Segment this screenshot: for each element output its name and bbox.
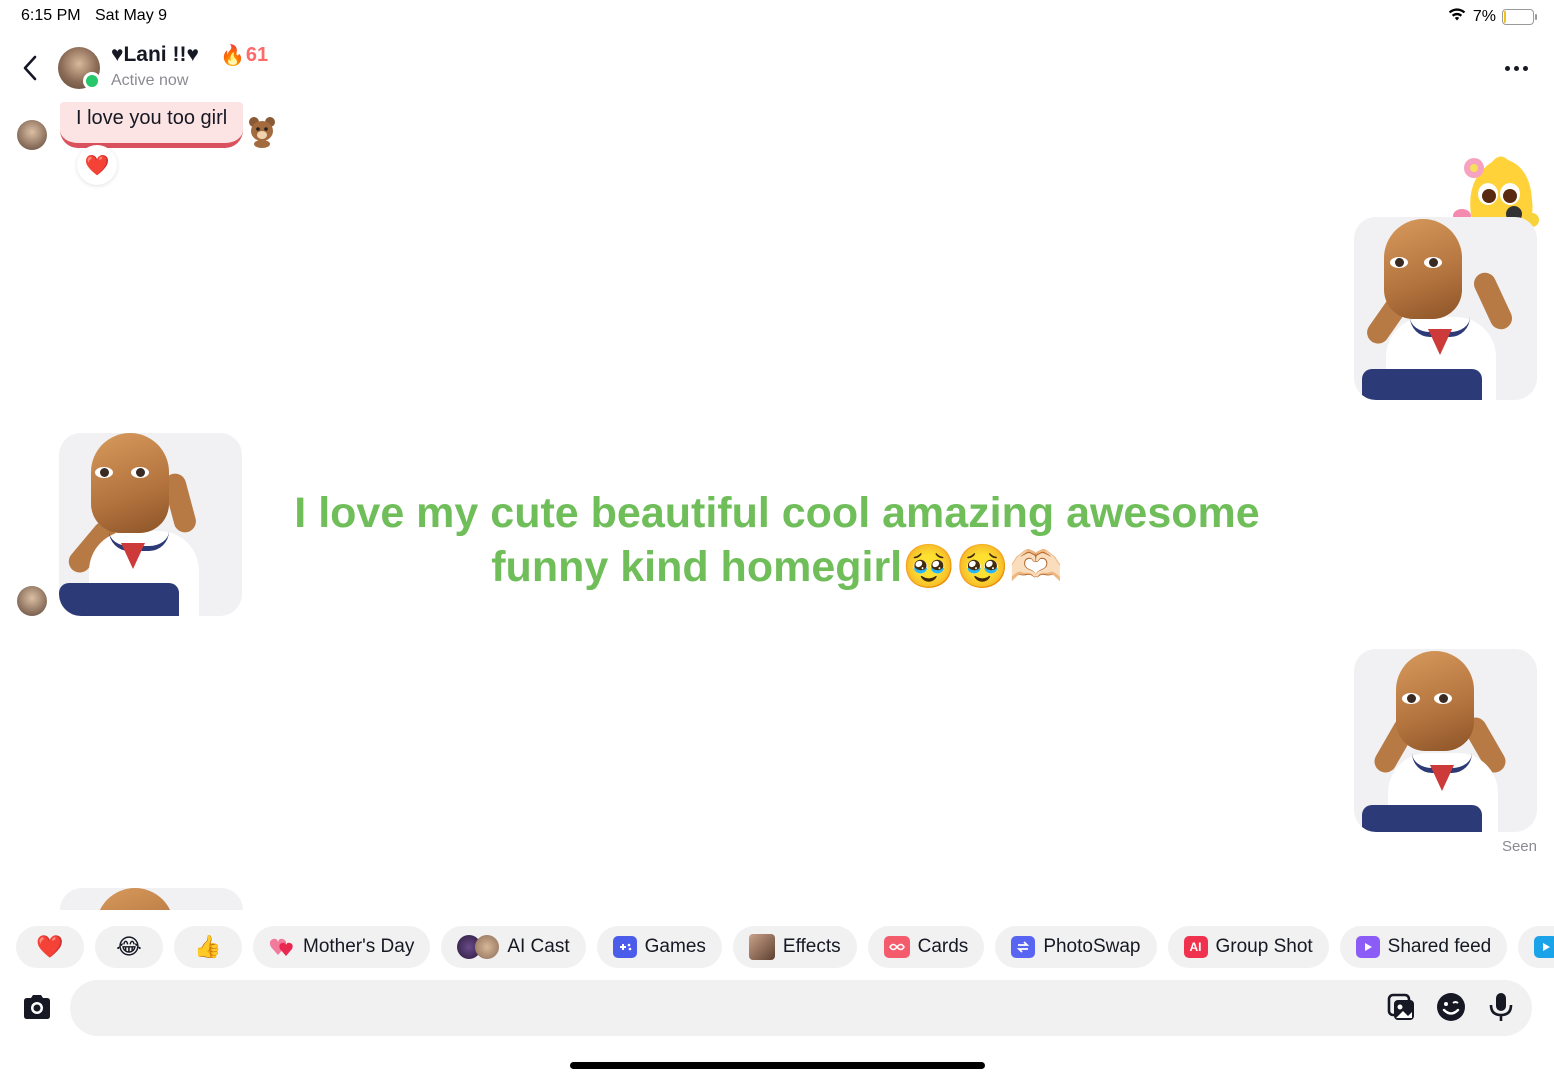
received-sticker-message[interactable]	[60, 888, 243, 910]
wifi-icon	[1447, 6, 1467, 27]
back-button[interactable]	[16, 52, 44, 84]
mothers-day-label: Mother's Day	[303, 936, 415, 957]
photoswap-label: PhotoSwap	[1043, 936, 1141, 957]
active-status: Active now	[111, 72, 189, 89]
received-message-bubble[interactable]: I love you too girl	[60, 102, 244, 148]
cards-button[interactable]: Cards	[867, 926, 985, 968]
home-indicator[interactable]	[570, 1062, 985, 1069]
microphone-icon	[1489, 993, 1513, 1021]
quick-actions-bar: ❤️ 😂 👍 Mother's Day AI Cast Games Effect…	[16, 926, 1554, 968]
effects-button[interactable]: Effects	[732, 926, 857, 968]
sent-sticker-message[interactable]	[1354, 649, 1537, 832]
streak-badge: 🔥 61	[220, 43, 268, 68]
gallery-button[interactable]	[1384, 990, 1418, 1024]
heart-reaction[interactable]: ❤️	[77, 145, 117, 185]
battery-fill	[1504, 10, 1506, 23]
battery-icon	[1502, 8, 1537, 25]
quick-laugh-button[interactable]: 😂	[95, 926, 163, 968]
status-date: Sat May 9	[95, 7, 168, 24]
emoji-button[interactable]	[1434, 990, 1468, 1024]
battery-percent: 7%	[1472, 7, 1496, 25]
camera-icon	[24, 995, 50, 1019]
shared-feed-icon	[1355, 936, 1380, 958]
emoji-text-message[interactable]: I love my cute beautiful cool amazing aw…	[290, 486, 1264, 594]
mothers-day-button[interactable]: Mother's Day	[253, 926, 431, 968]
streak-count: 61	[245, 44, 269, 66]
effects-label: Effects	[782, 936, 841, 957]
shared-feed-button[interactable]: Shared feed	[1339, 926, 1508, 968]
heart-icon: ❤️	[36, 934, 64, 959]
camera-button[interactable]	[20, 990, 54, 1024]
photoswap-button[interactable]: PhotoSwap	[995, 926, 1157, 968]
received-sticker-message[interactable]	[59, 433, 242, 616]
online-status-dot	[83, 72, 101, 90]
quick-thumbs-up-button[interactable]: 👍	[174, 926, 242, 968]
seen-receipt: Seen	[1501, 838, 1537, 855]
effects-thumbnail-icon	[748, 934, 775, 960]
heart-icon: ❤️	[84, 154, 110, 177]
ai-cast-icon	[457, 935, 500, 959]
bear-sticker-icon	[248, 116, 276, 148]
thumbs-up-icon: 👍	[194, 934, 222, 959]
more-horizontal-icon	[1504, 65, 1510, 71]
gamepad-icon	[612, 936, 637, 958]
emoji-icon	[1437, 993, 1465, 1021]
group-shot-button[interactable]: AI Group Shot	[1167, 926, 1329, 968]
sender-avatar[interactable]	[17, 586, 47, 616]
games-button[interactable]: Games	[596, 926, 722, 968]
quick-heart-button[interactable]: ❤️	[16, 926, 84, 968]
photoswap-icon	[1011, 936, 1036, 958]
chevron-left-icon	[23, 55, 37, 81]
hearts-icon	[269, 938, 293, 956]
gallery-icon	[1387, 993, 1414, 1020]
more-quick-action-button[interactable]	[1518, 926, 1554, 968]
message-input[interactable]	[70, 980, 1532, 1036]
games-label: Games	[644, 936, 706, 957]
more-options-button[interactable]	[1500, 56, 1532, 80]
status-bar: 6:15 PM Sat May 9 7%	[0, 0, 1554, 32]
ai-cast-label: AI Cast	[507, 936, 570, 957]
fire-icon: 🔥	[220, 45, 245, 67]
gift-card-icon	[883, 936, 910, 958]
chat-header: ♥Lani !!♥ 🔥 61 Active now	[0, 38, 1554, 100]
status-time: 6:15 PM	[21, 7, 81, 24]
contact-name[interactable]: ♥Lani !!♥	[111, 43, 199, 67]
ai-cast-button[interactable]: AI Cast	[441, 926, 586, 968]
sender-avatar[interactable]	[17, 120, 47, 150]
sent-sticker-message[interactable]	[1354, 217, 1537, 400]
ai-group-shot-icon: AI	[1183, 936, 1208, 958]
message-text: I love you too girl	[76, 107, 228, 129]
play-icon	[1534, 936, 1554, 958]
group-shot-label: Group Shot	[1215, 936, 1313, 957]
cards-label: Cards	[917, 936, 969, 957]
shared-feed-label: Shared feed	[1387, 936, 1492, 957]
laugh-icon: 😂	[116, 934, 142, 959]
voice-message-button[interactable]	[1484, 990, 1518, 1024]
status-indicators: 7%	[1447, 6, 1537, 27]
